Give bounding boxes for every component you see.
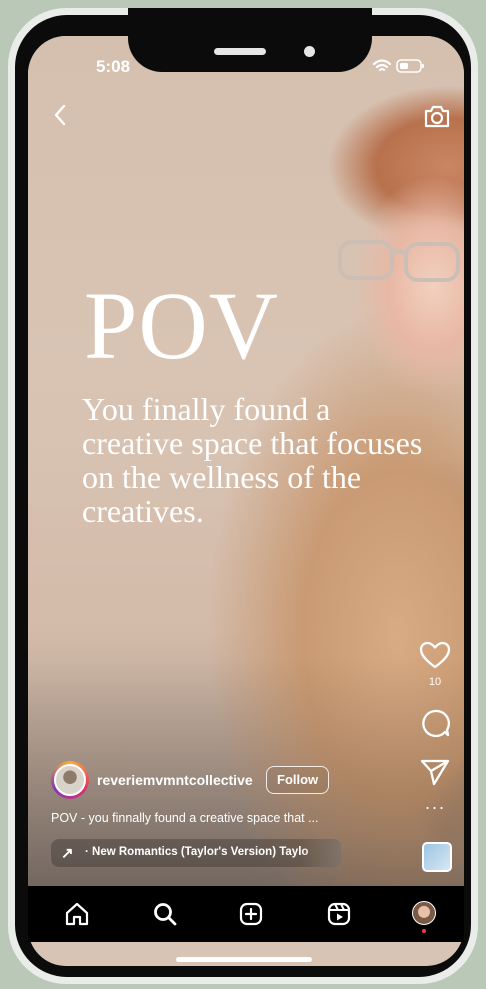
bottom-tab-bar [28, 886, 464, 942]
reels-icon[interactable] [326, 901, 352, 927]
back-chevron-icon[interactable] [50, 102, 70, 128]
profile-tab-avatar[interactable] [412, 901, 438, 933]
comment-icon[interactable] [418, 708, 452, 738]
home-indicator [176, 957, 312, 962]
front-camera [304, 46, 315, 57]
create-icon[interactable] [238, 901, 264, 927]
glasses-graphic [338, 240, 460, 282]
wifi-icon [372, 59, 392, 72]
camera-icon[interactable] [423, 103, 451, 129]
like-count: 10 [428, 676, 442, 688]
status-time: 5:08 [96, 57, 131, 76]
audio-thumbnail[interactable] [422, 842, 452, 872]
notch [128, 8, 372, 72]
heart-icon[interactable] [418, 640, 452, 670]
audio-title: · New Romantics (Taylor's Version) Taylo [85, 846, 309, 858]
follow-button[interactable]: Follow [266, 766, 330, 794]
avatar-image [54, 764, 86, 796]
earpiece [214, 48, 266, 55]
share-icon[interactable] [418, 756, 452, 786]
status-icons [372, 59, 424, 73]
arrow-up-right-icon: ↗ [61, 845, 74, 862]
profile-avatar[interactable] [51, 761, 89, 799]
overlay-title: POV [84, 272, 280, 379]
audio-fade [301, 839, 341, 867]
search-icon[interactable] [152, 901, 178, 927]
audio-pill[interactable]: ↗ · New Romantics (Taylor's Version) Tay… [51, 839, 341, 867]
more-options-icon[interactable]: ··· [418, 798, 452, 816]
overlay-text: You finally found a creative space that … [82, 391, 423, 529]
home-icon[interactable] [64, 901, 90, 927]
username[interactable]: reveriemvmntcollective [97, 772, 253, 788]
caption[interactable]: POV - you finnally found a creative spac… [51, 811, 391, 825]
